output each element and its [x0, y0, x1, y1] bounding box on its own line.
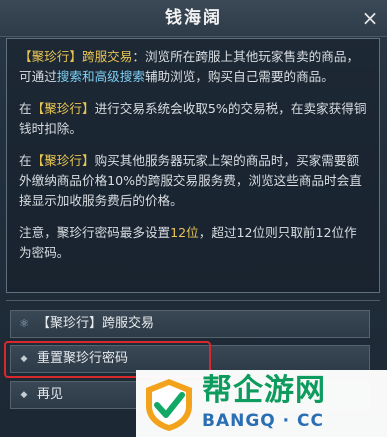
body-text: 注意，聚珍行密码最多设置 [19, 225, 171, 240]
watermark-subtext: BANGQ · CC [202, 411, 324, 431]
diamond-bullet-icon: ◆ [20, 390, 28, 400]
option-label: 【聚珍行】跨服交易 [37, 316, 155, 331]
watermark-text: 帮企游网 [202, 373, 326, 408]
body-text: 在 [19, 101, 32, 116]
highlight-text: 【聚珍行】 [31, 153, 95, 168]
info-paragraph-2: 在【聚珍行】进行交易系统会收取5%的交易税，在卖家获得铜钱时扣除。 [19, 99, 369, 139]
shield-check-logo-icon [146, 379, 192, 431]
option-cross-server-trade[interactable]: ⚛ 【聚珍行】跨服交易 [10, 310, 370, 338]
info-paragraph-3: 在【聚珍行】购买其他服务器玩家上架的商品时，买家需要额外缴纳商品价格10%的跨服… [19, 151, 369, 211]
info-text-box: 【聚珍行】跨服交易：浏览所在跨服上其他玩家售卖的商品，可通过搜索和高级搜索辅助浏… [6, 38, 380, 293]
highlight-text: 12位 [170, 225, 199, 240]
highlight-text: 【聚珍行】 [31, 101, 95, 116]
body-text: 辅助浏览，购买自己需要的商品。 [144, 69, 334, 84]
body-text: 在 [19, 153, 32, 168]
money-bag-icon: ⚛ [19, 317, 29, 330]
close-icon[interactable]: × [359, 7, 381, 29]
npc-dialog-panel: 钱海阔 × 【聚珍行】跨服交易：浏览所在跨服上其他玩家售卖的商品，可通过搜索和高… [0, 0, 387, 437]
info-paragraph-4: 注意，聚珍行密码最多设置12位，超过12位则只取前12位作为密码。 [19, 223, 369, 263]
info-paragraph-1: 【聚珍行】跨服交易：浏览所在跨服上其他玩家售卖的商品，可通过搜索和高级搜索辅助浏… [19, 47, 369, 87]
title-bar: 钱海阔 × [0, 0, 387, 37]
highlight-text: 【聚珍行】跨服交易 [19, 49, 133, 64]
divider [6, 300, 380, 301]
option-label: 再见 [37, 387, 64, 402]
site-watermark: 帮企游网 BANGQ · CC [136, 370, 387, 437]
npc-name-title: 钱海阔 [165, 8, 222, 28]
link-text: 搜索和高级搜索 [56, 69, 145, 84]
